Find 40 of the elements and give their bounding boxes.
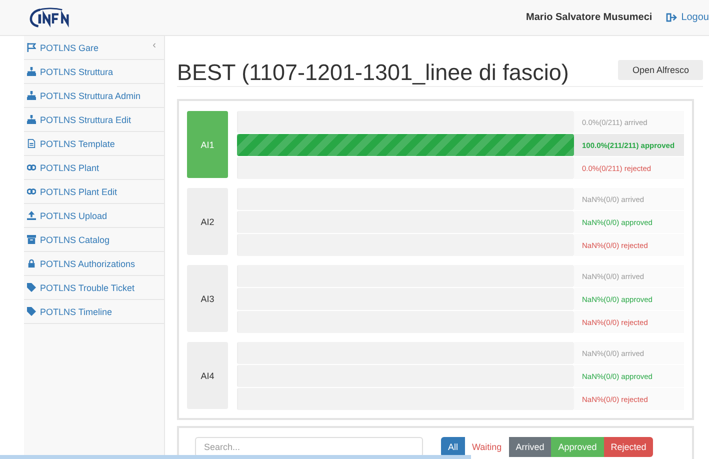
sidebar-item[interactable]: POTLNS Trouble Ticket — [24, 276, 164, 300]
sidebar-item[interactable]: POTLNS Template — [24, 132, 164, 156]
tag-icon — [27, 283, 36, 292]
group-label: AI3 — [187, 265, 228, 332]
filter-button[interactable]: All — [441, 437, 466, 457]
group-label: AI4 — [187, 342, 228, 409]
filter-button[interactable]: Arrived — [508, 437, 552, 457]
sidebar-item[interactable]: POTLNS Struttura Edit — [24, 108, 164, 132]
sidebar-item[interactable]: POTLNS Authorizations — [24, 252, 164, 276]
scrollbar[interactable] — [0, 455, 471, 459]
lock-icon — [27, 259, 36, 268]
sitemap-icon — [27, 67, 36, 76]
sidebar-item[interactable]: POTLNS Plant Edit — [24, 180, 164, 204]
document-icon — [27, 139, 36, 148]
upload-icon — [27, 211, 36, 220]
tag-icon — [27, 307, 36, 316]
sidebar-item[interactable]: POTLNS Plant — [24, 156, 164, 180]
logout-icon — [666, 13, 678, 22]
search-field[interactable]: Search... — [195, 437, 423, 457]
link-icon — [27, 187, 36, 196]
sidebar-item[interactable]: POTLNS Timeline — [24, 300, 164, 324]
flag-icon — [27, 43, 36, 52]
filter-button[interactable]: Rejected — [604, 437, 654, 457]
archive-icon — [27, 235, 36, 244]
sitemap-icon — [27, 91, 36, 100]
sidebar-item[interactable]: POTLNS Catalog — [24, 228, 164, 252]
sidebar-item[interactable]: POTLNS Upload — [24, 204, 164, 228]
sitemap-icon — [27, 115, 36, 124]
open-alfresco-button[interactable]: Open Alfresco — [618, 60, 703, 80]
sidebar-item[interactable]: POTLNS Struttura — [24, 60, 164, 84]
filter-button[interactable]: Approved — [551, 437, 604, 457]
collapse-caret[interactable]: ‹ — [152, 40, 156, 51]
sidebar-item[interactable]: POTLNS Struttura Admin — [24, 84, 164, 108]
user-name: Mario Salvatore Musumeci — [526, 12, 652, 23]
page-title: BEST (1107-1201-1301_linee di fascio) — [177, 60, 569, 86]
logout-link[interactable]: Logou — [666, 12, 709, 23]
sidebar-item[interactable]: POTLNS Gare ‹ — [24, 36, 164, 60]
group-label: AI2 — [187, 188, 228, 255]
group-label: AI1 — [187, 111, 228, 178]
link-icon — [27, 163, 36, 172]
